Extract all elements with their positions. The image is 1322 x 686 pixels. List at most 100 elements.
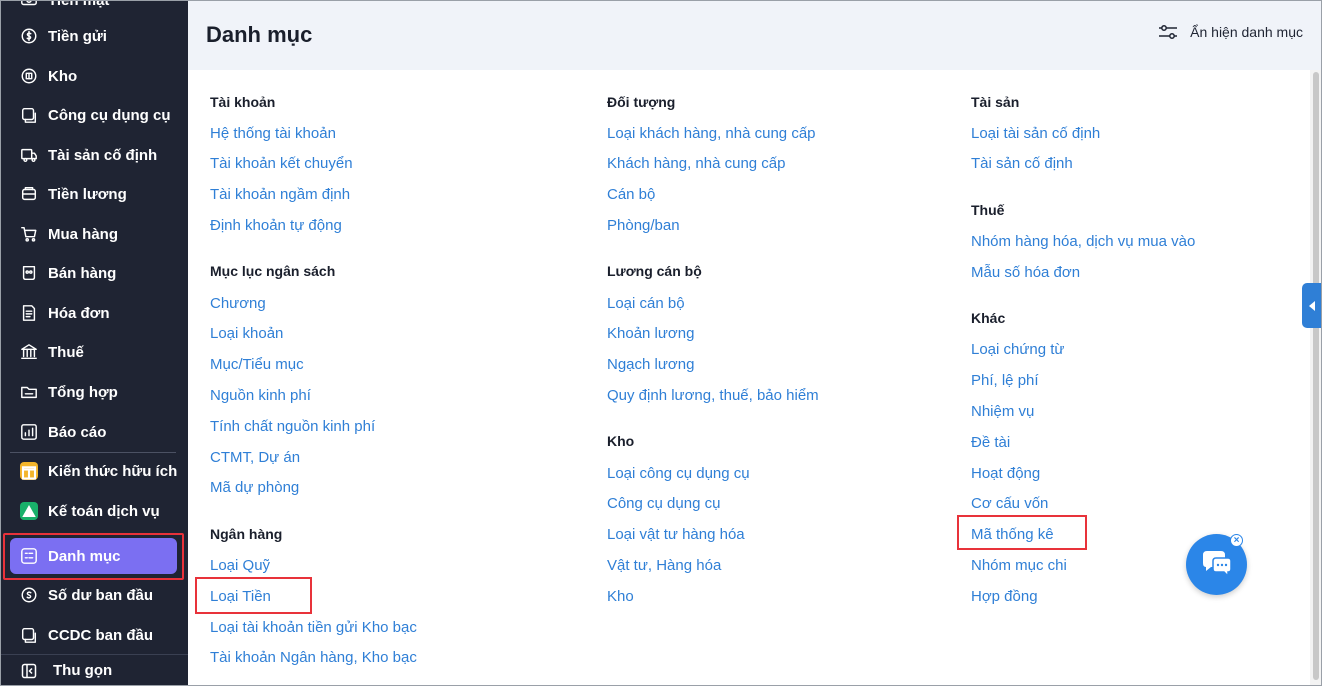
category-link[interactable]: Loại chứng từ bbox=[971, 341, 1064, 358]
box-icon bbox=[19, 66, 39, 86]
category-link[interactable]: Kho bbox=[607, 588, 634, 605]
category-link[interactable]: Hoạt động bbox=[971, 465, 1040, 482]
toggle-categories-label: Ẩn hiện danh mục bbox=[1190, 24, 1303, 40]
caret-left-icon bbox=[1309, 300, 1315, 311]
sidebar-item-label: Tài sản cố định bbox=[48, 146, 158, 164]
gift-icon bbox=[19, 461, 39, 481]
chart-icon bbox=[19, 422, 39, 442]
category-link[interactable]: Phí, lệ phí bbox=[971, 372, 1039, 389]
toggle-categories-button[interactable]: Ẩn hiện danh mục bbox=[1158, 24, 1303, 40]
sidebar-item-tong-hop[interactable]: Tổng hợp bbox=[0, 373, 188, 411]
sidebar-item-label: Danh mục bbox=[48, 547, 121, 565]
page-title: Danh mục bbox=[206, 22, 313, 47]
category-group-title: Khác bbox=[971, 310, 1006, 326]
sidebar-item-label: Công cụ dụng cụ bbox=[48, 106, 171, 124]
sidebar-item-so-du-ban-dau[interactable]: Số dư ban đầu bbox=[0, 576, 188, 614]
category-group-title: Đối tượng bbox=[607, 94, 676, 110]
category-link[interactable]: Tài khoản Ngân hàng, Kho bạc bbox=[210, 649, 417, 666]
category-link[interactable]: Ngạch lương bbox=[607, 356, 694, 373]
category-link[interactable]: Chương bbox=[210, 295, 266, 312]
collapse-label: Thu gọn bbox=[53, 662, 113, 679]
sidebar-item-label: CCDC ban đầu bbox=[48, 626, 153, 644]
collapse-button[interactable]: Thu gọn bbox=[0, 654, 188, 686]
category-link[interactable]: Loại vật tư hàng hóa bbox=[607, 526, 745, 543]
category-link[interactable]: Cơ cấu vốn bbox=[971, 495, 1048, 512]
sidebar-item-thue[interactable]: Thuế bbox=[0, 333, 188, 371]
sidebar-item-cong-cu-dung-cu[interactable]: Công cụ dụng cụ bbox=[0, 96, 188, 134]
category-link[interactable]: Khách hàng, nhà cung cấp bbox=[607, 155, 785, 172]
category-link[interactable]: Loại tài khoản tiền gửi Kho bạc bbox=[210, 619, 417, 636]
side-panel-toggle[interactable] bbox=[1302, 283, 1322, 328]
category-link[interactable]: Nhóm hàng hóa, dịch vụ mua vào bbox=[971, 233, 1195, 250]
sidebar-item-label: Tiền mặt bbox=[48, 0, 110, 9]
sidebar-item-tien-gui[interactable]: Tiền gửi bbox=[0, 17, 188, 55]
category-link[interactable]: Mục/Tiểu mục bbox=[210, 356, 304, 373]
category-link[interactable]: Loại tài sản cố định bbox=[971, 125, 1100, 142]
sidebar-item-label: Mua hàng bbox=[48, 225, 118, 243]
sidebar-item-bao-cao[interactable]: Báo cáo bbox=[0, 413, 188, 451]
category-link[interactable]: Định khoản tự động bbox=[210, 217, 342, 234]
sidebar-item-kien-thuc-huu-ich[interactable]: Kiến thức hữu ích bbox=[0, 452, 188, 490]
sidebar-item-label: Kiến thức hữu ích bbox=[48, 462, 178, 480]
sidebar-item-hoa-don[interactable]: Hóa đơn bbox=[0, 294, 188, 332]
sidebar-item-label: Hóa đơn bbox=[48, 304, 110, 322]
folder-icon bbox=[19, 382, 39, 402]
cart-icon bbox=[19, 224, 39, 244]
sidebar-item-label: Bán hàng bbox=[48, 264, 117, 282]
category-link[interactable]: Tài sản cố định bbox=[971, 155, 1073, 172]
tools-icon bbox=[19, 105, 39, 125]
chat-close-button[interactable]: × bbox=[1230, 534, 1243, 547]
sidebar-item-mua-hang[interactable]: Mua hàng bbox=[0, 215, 188, 253]
category-link[interactable]: Phòng/ban bbox=[607, 217, 680, 234]
collapse-icon bbox=[21, 663, 37, 679]
page-header: Danh mục Ẩn hiện danh mục bbox=[188, 0, 1321, 70]
category-link[interactable]: Nhiệm vụ bbox=[971, 403, 1034, 420]
category-group-title: Tài sản bbox=[971, 94, 1020, 110]
sliders-icon bbox=[1159, 25, 1178, 39]
category-link[interactable]: Loại công cụ dụng cụ bbox=[607, 465, 750, 482]
sidebar-item-label: Tiền lương bbox=[48, 185, 127, 203]
scrollbar-thumb[interactable] bbox=[1313, 72, 1319, 680]
category-link[interactable]: Công cụ dụng cụ bbox=[607, 495, 720, 512]
category-group-title: Kho bbox=[607, 433, 635, 449]
sidebar-item-ccdc-ban-dau[interactable]: CCDC ban đầu bbox=[0, 616, 188, 654]
bank-icon bbox=[19, 342, 39, 362]
category-link[interactable]: Vật tư, Hàng hóa bbox=[607, 557, 721, 574]
sidebar-item-tien-luong[interactable]: Tiền lương bbox=[0, 175, 188, 213]
invoice-icon bbox=[19, 303, 39, 323]
wallet-icon bbox=[19, 184, 39, 204]
balance-icon bbox=[19, 585, 39, 605]
chat-bubbles-icon bbox=[1202, 550, 1232, 578]
category-link[interactable]: Tài khoản ngầm định bbox=[210, 186, 350, 203]
category-link[interactable]: Loại khách hàng, nhà cung cấp bbox=[607, 125, 816, 142]
sidebar-item-danh-muc[interactable]: Danh mục bbox=[0, 537, 188, 575]
category-link[interactable]: Loại Quỹ bbox=[210, 557, 270, 574]
category-link[interactable]: Tính chất nguồn kinh phí bbox=[210, 418, 375, 435]
service-icon bbox=[19, 501, 39, 521]
sidebar-item-label: Số dư ban đầu bbox=[48, 586, 154, 604]
tools-start-icon bbox=[19, 625, 39, 645]
category-group-title: Tài khoản bbox=[210, 94, 276, 110]
category-link[interactable]: Quy định lương, thuế, bảo hiểm bbox=[607, 387, 819, 404]
sidebar-item-ban-hang[interactable]: Bán hàng bbox=[0, 254, 188, 292]
category-link[interactable]: Tài khoản kết chuyển bbox=[210, 155, 353, 172]
category-link[interactable]: CTMT, Dự án bbox=[210, 449, 300, 466]
category-link[interactable]: Nguồn kinh phí bbox=[210, 387, 311, 404]
category-link[interactable]: Nhóm mục chi bbox=[971, 557, 1067, 574]
sidebar-item-tai-san-co-dinh[interactable]: Tài sản cố định bbox=[0, 136, 188, 174]
category-link[interactable]: Cán bộ bbox=[607, 186, 655, 203]
category-link[interactable]: Khoản lương bbox=[607, 325, 694, 342]
truck-icon bbox=[19, 145, 39, 165]
category-link[interactable]: Đề tài bbox=[971, 434, 1010, 451]
category-link[interactable]: Loại khoản bbox=[210, 325, 283, 342]
sidebar-item-label: Kho bbox=[48, 67, 78, 85]
category-link[interactable]: Loại cán bộ bbox=[607, 295, 685, 312]
category-link[interactable]: Hợp đồng bbox=[971, 588, 1038, 605]
cash-icon bbox=[19, 0, 39, 10]
category-link[interactable]: Mã dự phòng bbox=[210, 479, 299, 496]
category-link[interactable]: Mẫu số hóa đơn bbox=[971, 264, 1080, 281]
category-content: Tài khoản Hệ thống tài khoản Tài khoản kết… bbox=[188, 70, 1310, 686]
sidebar-item-ke-toan-dich-vu[interactable]: Kế toán dịch vụ bbox=[0, 492, 188, 530]
category-link[interactable]: Hệ thống tài khoản bbox=[210, 125, 336, 142]
sidebar-item-kho[interactable]: Kho bbox=[0, 57, 188, 95]
